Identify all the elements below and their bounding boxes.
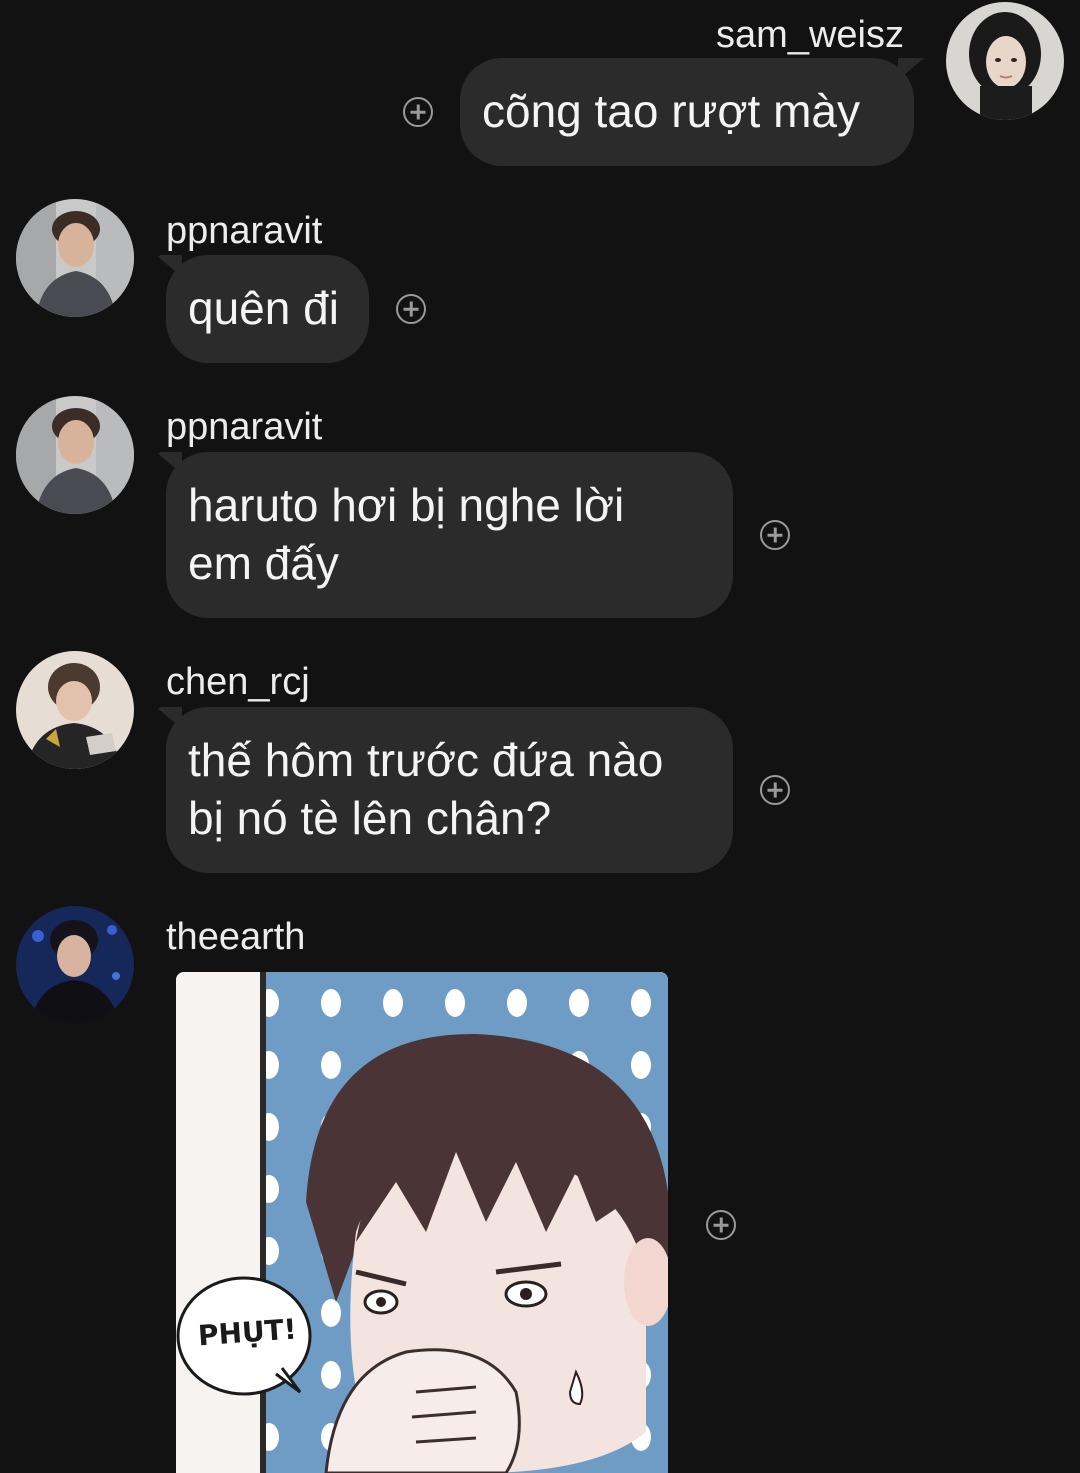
bubble-tail [898, 58, 924, 80]
message-bubble[interactable]: haruto hơi bị nghe lời em đấy [156, 452, 733, 618]
message-text-line: haruto hơi bị nghe lời [188, 479, 625, 531]
message-text-line: em đấy [188, 537, 339, 589]
username-ppnaravit[interactable]: ppnaravit [166, 212, 322, 250]
username-chen-rcj[interactable]: chen_rcj [166, 663, 310, 701]
bubble-tail [156, 707, 182, 729]
username-theearth[interactable]: theearth [166, 918, 305, 956]
username-sam-weisz[interactable]: sam_weisz [716, 16, 904, 54]
message-text: quên đi [188, 282, 339, 334]
bubble-tail [156, 452, 182, 474]
add-reaction-icon[interactable] [706, 1210, 736, 1240]
add-reaction-icon[interactable] [396, 294, 426, 324]
add-reaction-icon[interactable] [760, 775, 790, 805]
avatar-chen-rcj[interactable] [16, 651, 134, 769]
avatar-theearth[interactable] [16, 906, 134, 1024]
message-bubble[interactable]: quên đi [156, 255, 369, 363]
message-text-line: bị nó tè lên chân? [188, 792, 552, 844]
username-ppnaravit[interactable]: ppnaravit [166, 408, 322, 446]
add-reaction-icon[interactable] [760, 520, 790, 550]
avatar-ppnaravit[interactable] [16, 396, 134, 514]
add-reaction-icon[interactable] [403, 97, 433, 127]
sticker-speech-text: PHỤT! [196, 1312, 298, 1353]
bubble-tail [156, 255, 182, 277]
avatar-sam-weisz[interactable] [946, 2, 1064, 120]
message-bubble[interactable]: thế hôm trước đứa nào bị nó tè lên chân? [156, 707, 733, 873]
avatar-ppnaravit[interactable] [16, 199, 134, 317]
message-bubble[interactable]: cõng tao rượt mày [460, 58, 924, 166]
sticker-image[interactable]: PHỤT! [176, 972, 668, 1473]
message-text: cõng tao rượt mày [482, 85, 860, 137]
message-text-line: thế hôm trước đứa nào [188, 734, 664, 786]
